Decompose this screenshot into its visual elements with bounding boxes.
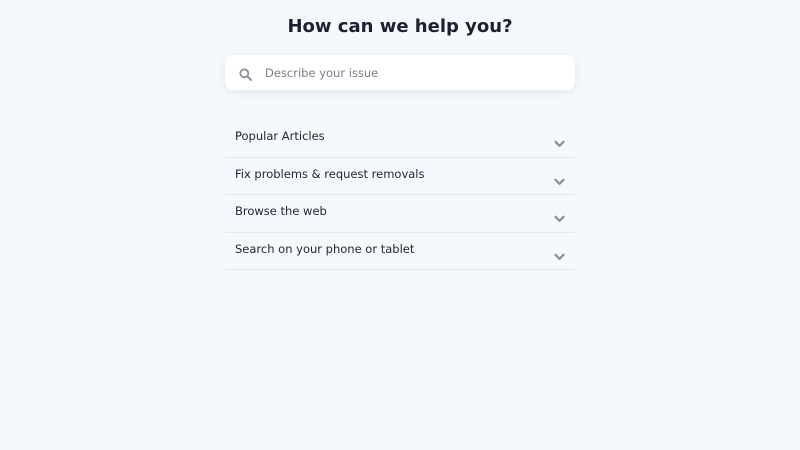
faq-item-label: Search on your phone or tablet [235,241,415,256]
faq-item-popular-articles[interactable]: Popular Articles [225,120,575,158]
faq-item-browse-web[interactable]: Browse the web [225,195,575,233]
faq-item-label: Popular Articles [235,129,325,143]
search-icon [239,66,252,81]
faq-list: Popular Articles Fix problems & request … [225,120,575,270]
search-input[interactable] [265,55,565,90]
page-title: How can we help you? [287,16,513,37]
chevron-down-icon[interactable] [554,171,565,185]
search-box [225,55,575,90]
chevron-down-icon[interactable] [554,208,565,222]
faq-item-label: Fix problems & request removals [235,166,425,181]
faq-item-label: Browse the web [235,204,327,218]
chevron-down-icon[interactable] [554,133,565,147]
faq-item-search-phone[interactable]: Search on your phone or tablet [225,233,575,270]
chevron-down-icon[interactable] [554,246,565,260]
faq-item-fix-problems[interactable]: Fix problems & request removals [225,158,575,195]
